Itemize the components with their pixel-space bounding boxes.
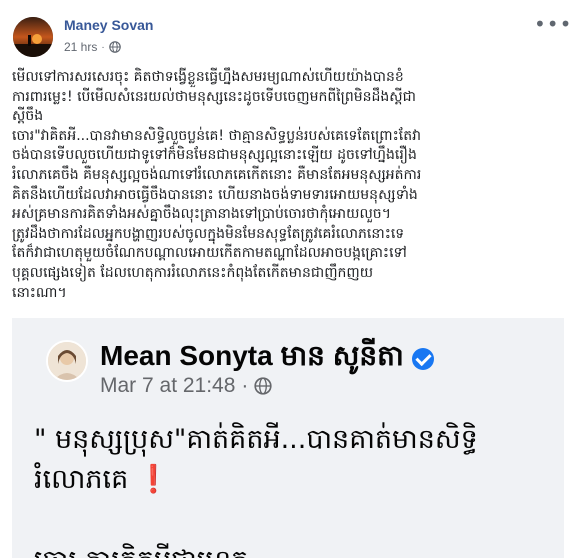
post-text-line: រំលោភគេចឹង គឺមនុស្សល្អចង់ណាទៅរំលោភគេកើតន…: [12, 166, 422, 183]
post-text-line: ចង់បានទើបលួចហើយជាទូទៅក៏មិនមែនជាមនុស្សល្អ…: [12, 147, 417, 164]
facebook-post: Maney Sovan 21 hrs · ••• មើលទៅការសរសេរចុ…: [0, 0, 574, 558]
post-text-line: ចោរ"វាគិតអី...បានវាមានសិទ្ធិលួចប្លន់គេ! …: [12, 127, 421, 144]
separator-dot: ·: [101, 41, 105, 53]
shared-timestamp: Mar 7 at 21:48: [100, 374, 236, 397]
shared-author-label: Mean Sonyta មាន សូនីតា: [100, 340, 404, 371]
post-text-line: ត្រូវដឹងថាការដែលអ្នកបង្ហាញរបស់ចូលក្នុងមិ…: [12, 225, 405, 242]
post-text-line: បុគ្គលផ្សេងទៀត ដែលហេតុការរំលោភនេះកំពុងតែ…: [12, 264, 374, 281]
person-avatar-icon: [48, 342, 86, 380]
post-text-line: គិតនឹងហើយដែលវាអាចធ្វើចឹងបាននោះ ហើយនាងចង់…: [12, 186, 418, 203]
shared-text-line-2: រំលោភគេ ❗: [34, 460, 554, 500]
post-text: មើលទៅការសរសេរចុះ គិតថាទង្វើខ្លួនធ្វើហ្នឹ…: [12, 68, 564, 303]
shared-post-screenshot: Mean Sonyta មាន សូនីតា Mar 7 at 21:48 · …: [12, 318, 564, 558]
post-text-line: អស់គ្រមានការគិតទាំងអស់គ្នាចឹងលុះត្រានាងទ…: [12, 206, 391, 223]
post-text-line: ស្ដីចឹង: [12, 108, 44, 125]
exclamation-emoji-icon: ❗: [136, 464, 171, 495]
verified-badge-icon: [411, 347, 434, 370]
author-name[interactable]: Maney Sovan: [64, 17, 153, 33]
shared-post-image[interactable]: Mean Sonyta មាន សូនីតា Mar 7 at 21:48 · …: [12, 318, 564, 558]
post-text-line: តែក៏វាជាហេតុមួយចំណែកបណ្ដាលអោយកើតកាមតណ្ហា…: [12, 245, 407, 262]
post-timestamp[interactable]: 21 hrs: [64, 40, 97, 54]
shared-text-cutoff-line: ចោរ ការគិតអ្វីជាហេតុ: [34, 544, 554, 558]
globe-icon: [254, 377, 273, 395]
shared-post-text: " មនុស្សប្រុស"គាត់គិតអី...បានគាត់មានសិទ្…: [34, 420, 554, 500]
post-text-line: មើលទៅការសរសេរចុះ គិតថាទង្វើខ្លួនធ្វើហ្នឹ…: [12, 69, 404, 85]
post-text-line: ការពារម្លេះ! បើមើលសំនេរយល់ថាមនុស្សនេះដូច…: [12, 88, 416, 105]
shared-post-meta: Mar 7 at 21:48 ·: [100, 374, 273, 398]
post-meta: 21 hrs ·: [64, 40, 121, 54]
post-text-line: នោះណា។: [12, 284, 67, 301]
separator-dot: ·: [241, 374, 249, 397]
shared-author-avatar: [46, 340, 88, 382]
shared-text-fragment: រំលោភគេ: [34, 464, 129, 495]
sunset-photo-icon: [13, 17, 53, 57]
more-options-icon[interactable]: •••: [534, 12, 572, 36]
globe-icon[interactable]: [108, 41, 121, 53]
shared-text-line: " មនុស្សប្រុស"គាត់គិតអី...បានគាត់មានសិទ្…: [34, 424, 478, 455]
shared-author-name: Mean Sonyta មាន សូនីតា: [100, 338, 434, 379]
author-avatar[interactable]: [13, 17, 53, 57]
